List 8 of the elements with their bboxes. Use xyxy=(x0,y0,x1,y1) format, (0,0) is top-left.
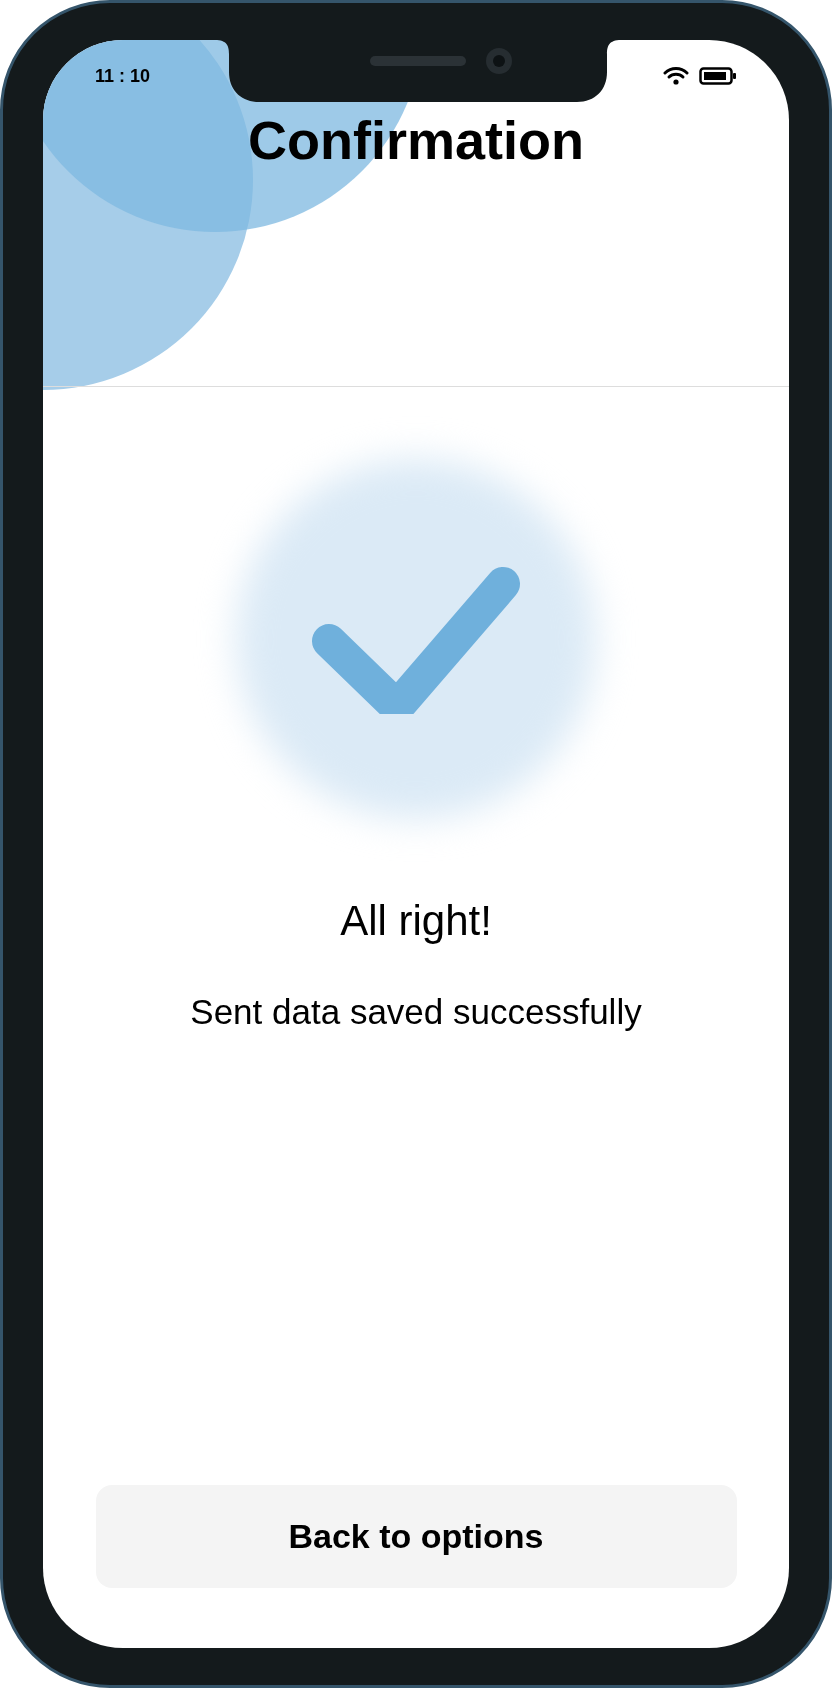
message-text: Sent data saved successfully xyxy=(190,991,642,1033)
wifi-icon xyxy=(663,66,689,86)
status-time: 11 : 10 xyxy=(95,64,151,88)
back-button[interactable]: Back to options xyxy=(95,1485,737,1588)
page-title: Confirmation xyxy=(248,109,584,172)
battery-icon xyxy=(699,66,737,86)
check-icon xyxy=(311,564,521,714)
message-title: All right! xyxy=(340,896,492,946)
